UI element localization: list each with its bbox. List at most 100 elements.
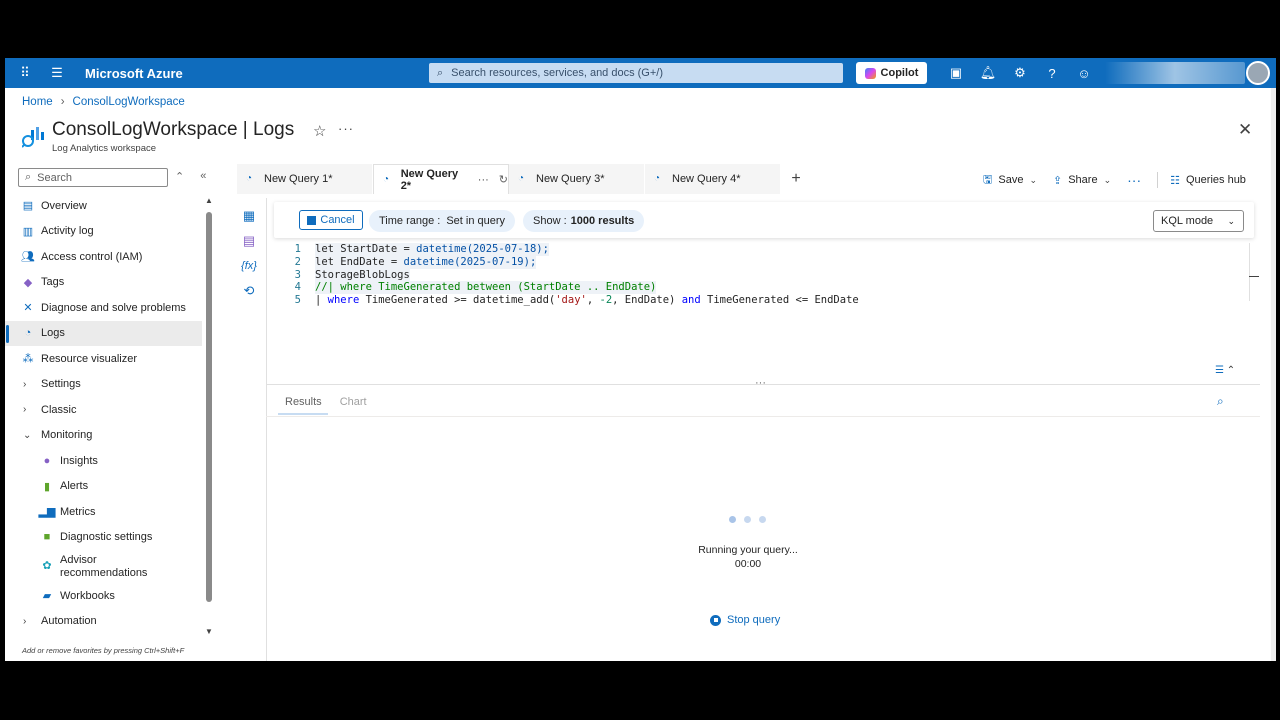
stop-icon [307,215,317,225]
kql-mode-dropdown[interactable]: KQL mode ⌄ [1153,210,1244,232]
chevron-right-icon: › [60,96,65,108]
alerts-icon: ▮ [43,480,51,493]
sidebar-item-label: Workbooks [60,589,115,602]
sidebar-item-tags[interactable]: ◆ Tags [5,270,202,296]
stop-icon [710,614,721,626]
copilot-button[interactable]: Copilot [856,62,927,84]
tab-label: New Query 3* [536,173,605,185]
query-tabs: ◔ New Query 1* ◔ New Query 2* ··· ↻ ◔ Ne… [237,164,811,194]
sidebar-item-settings[interactable]: › Settings [5,372,202,398]
time-range-picker[interactable]: Time range : Set in query [369,210,516,232]
line-number: 3 [294,268,301,281]
tab-new-query-4[interactable]: ◔ New Query 4* [645,164,781,194]
sidebar-item-alerts[interactable]: ▮ Alerts [5,474,202,500]
sidebar-item-iam[interactable]: 👥︎ Access control (IAM) [5,244,202,270]
sidebar-item-monitoring[interactable]: ⌄ Monitoring [5,423,202,449]
account-info[interactable] [1105,62,1245,84]
resource-visualizer-icon: ⁂ [22,353,34,366]
expand-collapse-icon[interactable]: ⌃ [175,170,184,183]
sidebar-item-classic[interactable]: › Classic [5,397,202,423]
query-editor[interactable]: 1 let StartDate = datetime(2025-07-18); … [285,243,859,307]
tab-more-icon[interactable]: ··· [478,174,489,186]
sidebar-item-overview[interactable]: ▤ Overview [5,193,202,219]
time-range-label: Time range : [379,215,441,227]
terminal-icon[interactable]: ▣ [940,58,972,88]
sidebar-search-input[interactable]: ⌕ Search [18,168,168,187]
tab-new-query-1[interactable]: ◔ New Query 1* [237,164,373,194]
active-tab-indicator [278,413,328,415]
stop-query-button[interactable]: Stop query [710,614,780,626]
save-button[interactable]: 🖫︎ Save ⌄ [983,171,1037,190]
sidebar-item-insights[interactable]: ● Insights [5,448,202,474]
gear-icon[interactable]: ⚙ [1004,58,1036,88]
tab-chart[interactable]: Chart [340,396,367,408]
help-icon[interactable]: ? [1036,58,1068,88]
scroll-down-icon[interactable]: ▼ [205,627,213,636]
code-comment: //| where TimeGenerated between (StartDa… [315,281,657,295]
sidebar-item-label: Diagnose and solve problems [41,301,186,314]
sidebar-item-diagnostic-settings[interactable]: ■ Diagnostic settings [5,525,202,551]
logs-icon: ◔ [654,173,661,184]
feedback-icon[interactable]: ☺ [1068,58,1100,88]
sidebar-item-metrics[interactable]: ▂▆ Metrics [5,499,202,525]
line-number: 4 [294,281,301,294]
sidebar-item-advisor[interactable]: ✿ Advisor recommendations [5,550,202,583]
tab-label: New Query 1* [264,173,333,185]
sidebar-item-label: Classic [41,403,77,416]
avatar[interactable] [1246,61,1270,85]
more-actions-icon[interactable]: ··· [1127,172,1141,188]
sidebar-item-logs[interactable]: ◔ Logs [5,320,202,346]
result-limit-picker[interactable]: Show : 1000 results [523,210,645,232]
scroll-up-icon[interactable]: ▲ [205,196,213,205]
search-icon: ⌕ [25,171,32,183]
chevron-right-icon: › [23,615,27,627]
code-number: -2 [599,294,613,307]
breadcrumb-workspace[interactable]: ConsolLogWorkspace [73,96,185,108]
sidebar-item-diagnose[interactable]: ✕ Diagnose and solve problems [5,295,202,321]
line-number: 5 [294,294,301,307]
page-title: ConsolLogWorkspace | Logs [52,119,295,140]
sidebar-item-label: Monitoring [41,429,93,442]
functions-icon[interactable]: {fx} [241,258,257,274]
cancel-button[interactable]: Cancel [299,210,363,230]
share-button[interactable]: ⇪ Share ⌄ [1053,174,1111,187]
tab-new-query-2[interactable]: ◔ New Query 2* ··· ↻ [373,164,509,194]
brand-title[interactable]: Microsoft Azure [85,66,405,81]
collapse-sidebar-icon[interactable]: « [200,170,206,183]
sidebar-item-label: Advisor recommendations [60,553,148,579]
add-tab-icon[interactable]: + [781,164,811,194]
sidebar-tools: ⌃ « [175,170,206,183]
favorite-star-icon[interactable]: ☆ [313,122,326,140]
breadcrumb-home[interactable]: Home [22,96,53,108]
sidebar-item-label: Activity log [41,225,94,238]
more-options-icon[interactable]: ··· [338,121,354,136]
save-icon: 🖫︎ [983,173,993,186]
sidebar-item-activity-log[interactable]: ▥ Activity log [5,219,202,245]
search-icon[interactable]: ⌕ [1217,394,1224,409]
waffle-icon[interactable]: ⠿ [9,58,41,88]
tables-icon[interactable]: ▦ [243,208,255,224]
queries-hub-button[interactable]: ☷ Queries hub [1170,174,1246,187]
editor-ruler [1249,243,1250,301]
search-placeholder: Search resources, services, and docs (G+… [451,67,664,79]
global-search-input[interactable]: ⌕ Search resources, services, and docs (… [429,63,843,83]
tab-results[interactable]: Results [285,396,322,408]
sidebar-scrollbar[interactable]: ▲ ▼ [205,196,213,636]
queries-icon[interactable]: ▤ [243,233,255,249]
metrics-icon: ▂▆ [38,506,56,519]
hamburger-icon[interactable]: ☰ [41,58,73,88]
tab-new-query-3[interactable]: ◔ New Query 3* [509,164,645,194]
splitter-grip-icon[interactable]: ··· [755,377,766,389]
sidebar-item-automation[interactable]: › Automation [5,609,202,635]
sidebar-item-resource-visualizer[interactable]: ⁂ Resource visualizer [5,346,202,372]
history-icon[interactable]: ⟲ [244,283,255,299]
log-analytics-icon [22,127,44,148]
collapse-up-icon[interactable]: ⌃ [1227,365,1235,376]
close-icon[interactable]: ✕ [1238,120,1252,140]
scrollbar-thumb[interactable] [206,212,212,602]
line-number: 2 [294,255,301,268]
code-line: 3 StorageBlobLogs [285,268,859,282]
bell-icon[interactable]: 🔔︎ [972,58,1004,88]
format-icon[interactable]: ☰ [1215,365,1224,376]
sidebar-item-workbooks[interactable]: ▰ Workbooks [5,583,202,609]
